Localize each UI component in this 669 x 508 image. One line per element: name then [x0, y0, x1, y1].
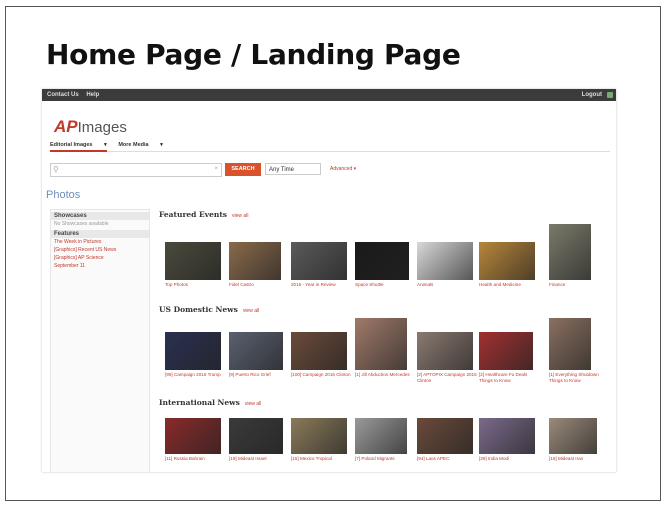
media-tabs: Editorial Images ▾ More Media ▾	[50, 139, 610, 152]
feature-link[interactable]: [Graphics] Recent US News	[51, 246, 149, 254]
feature-link[interactable]: [Graphics] AP Science	[51, 254, 149, 262]
tab-more-media[interactable]: More Media ▾	[118, 142, 163, 148]
thumbnail-caption[interactable]: [99] Campaign 2016 Trump	[165, 372, 229, 378]
thumbnail-image[interactable]	[355, 242, 409, 280]
showcases-note: No Showcases available	[54, 221, 109, 227]
page-heading: Photos	[46, 189, 81, 201]
thumbnail-caption[interactable]: 2016 - Year in Review	[291, 282, 355, 288]
thumbnail-caption[interactable]: [39] India Modi	[479, 456, 543, 462]
showcases-heading: Showcases	[51, 212, 149, 220]
thumbnail-image[interactable]	[479, 242, 535, 280]
thumbnail-image[interactable]	[165, 418, 221, 454]
thumbnail-image[interactable]	[229, 332, 283, 370]
thumbnail-image[interactable]	[229, 418, 283, 454]
thumbnail-image[interactable]	[417, 242, 473, 280]
thumbnail-image[interactable]	[549, 418, 597, 454]
thumbnail-image[interactable]	[355, 418, 407, 454]
thumbnail-image[interactable]	[479, 418, 535, 454]
thumbnail-caption[interactable]: [15] Mexico Tropical	[291, 456, 355, 462]
feature-link[interactable]: September 11	[51, 262, 149, 270]
thumbnail-caption[interactable]: [94] Laos APEC	[417, 456, 481, 462]
thumbnail-caption[interactable]: [1] Jill Abduction Mercedes	[355, 372, 415, 378]
search-input[interactable]: ⚲ ×	[50, 163, 222, 177]
thumbnail-image[interactable]	[355, 318, 407, 370]
contact-us-link[interactable]: Contact Us	[47, 92, 79, 98]
thumbnail-image[interactable]	[479, 332, 533, 370]
thumbnail-image[interactable]	[549, 224, 591, 280]
thumbnail-caption[interactable]: Health and Medicine	[479, 282, 543, 288]
screenshot-ap-images: Contact Us Help Logout APImages Editoria…	[42, 89, 616, 472]
ap-logo-mark: AP	[54, 117, 78, 136]
help-link[interactable]: Help	[86, 92, 99, 98]
thumbnail-caption[interactable]: [100] Campaign 2016 Clinton	[291, 372, 355, 378]
thumbnail-caption[interactable]: Fidel Castro	[229, 282, 289, 288]
logout-link[interactable]: Logout	[582, 89, 602, 101]
thumbnail-caption[interactable]: [9] Puerto Rico Grief	[229, 372, 291, 378]
tab-editorial-images[interactable]: Editorial Images ▾	[50, 142, 107, 152]
view-all-link[interactable]: view all	[243, 308, 259, 314]
main-content: Featured Events view all Top Photos Fidel …	[157, 207, 613, 472]
thumbnail-caption[interactable]: [2] APTOPIX Campaign 2016 Clinton	[417, 372, 481, 383]
thumbnail-image[interactable]	[417, 332, 473, 370]
feature-link[interactable]: The Week in Pictures	[51, 238, 149, 246]
thumbnail-caption[interactable]: [7] Poland Migrants	[355, 456, 415, 462]
clear-icon[interactable]: ×	[214, 166, 218, 172]
time-select[interactable]: Any Time	[265, 163, 321, 175]
ap-images-logo[interactable]: APImages	[54, 117, 127, 137]
top-links: Contact Us Help	[47, 89, 105, 101]
search-icon: ⚲	[53, 165, 59, 174]
thumbnail-caption[interactable]: Animals	[417, 282, 481, 288]
logo-images-text: Images	[77, 119, 127, 136]
thumbnail-caption[interactable]: [2] Healthcare Fu Deals Things to Know	[479, 372, 541, 383]
thumbnail-image[interactable]	[291, 418, 347, 454]
thumbnail-caption[interactable]: [11] Russia Bahrain	[165, 456, 229, 462]
thumbnail-image[interactable]	[165, 332, 221, 370]
search-button[interactable]: SEARCH	[225, 163, 261, 176]
thumbnail-image[interactable]	[291, 332, 347, 370]
thumbnail-caption[interactable]: [16] Mideast Iran	[549, 456, 605, 462]
logout-icon[interactable]	[607, 92, 613, 98]
thumbnail-caption[interactable]: [19] Mideast Israel	[229, 456, 291, 462]
thumbnail-caption[interactable]: Space Shuttle	[355, 282, 417, 288]
thumbnail-caption[interactable]: Finance	[549, 282, 599, 288]
advanced-link[interactable]: Advanced ▾	[330, 166, 356, 172]
section-title-us-domestic-news: US Domestic News view all	[159, 305, 260, 314]
section-title-featured-events: Featured Events view all	[159, 210, 249, 219]
thumbnail-image[interactable]	[417, 418, 473, 454]
thumbnail-image[interactable]	[229, 242, 281, 280]
thumbnail-caption[interactable]: [1] Everything Shutdown Things to Know	[549, 372, 599, 383]
view-all-link[interactable]: view all	[245, 401, 261, 407]
features-heading: Features	[51, 230, 149, 238]
top-nav-bar: Contact Us Help Logout	[42, 89, 616, 101]
slide-title: Home Page / Landing Page	[46, 38, 461, 71]
view-all-link[interactable]: view all	[232, 213, 248, 219]
section-title-international-news: International News view all	[159, 398, 262, 407]
thumbnail-image[interactable]	[549, 318, 591, 370]
thumbnail-image[interactable]	[165, 242, 221, 280]
thumbnail-image[interactable]	[291, 242, 347, 280]
thumbnail-caption[interactable]: Top Photos	[165, 282, 229, 288]
sidebar: Showcases No Showcases available Feature…	[50, 209, 150, 472]
